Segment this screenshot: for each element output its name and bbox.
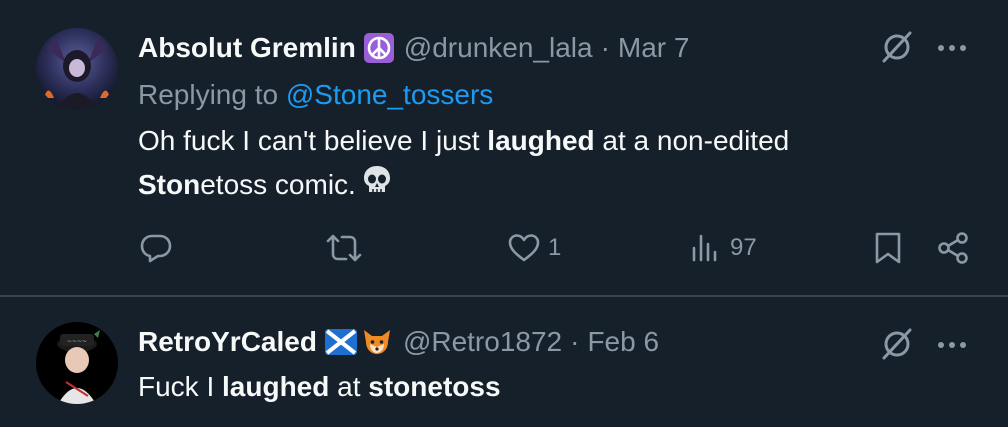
tweet-date[interactable]: Mar 7 (618, 30, 690, 66)
tweet-header: RetroYrCaled @Retro1872 · Feb 6 (138, 324, 659, 360)
more-options-icon[interactable] (937, 339, 967, 351)
peace-sign-icon (363, 33, 394, 63)
views-count: 97 (730, 234, 757, 261)
tweet[interactable]: ~~~~ RetroYrCaled @Retro1872 · Feb 6 Fuc… (0, 297, 1008, 427)
skull-icon (362, 164, 392, 209)
text-segment: etoss comic. (200, 169, 356, 200)
tweet-date[interactable]: Feb 6 (587, 324, 659, 360)
text-segment: Fuck I (138, 371, 223, 402)
separator: · (570, 326, 580, 357)
tweet-actions: 1 97 (0, 230, 1008, 270)
like-count: 1 (548, 234, 562, 261)
avatar-image (36, 28, 118, 110)
svg-text:~~~~: ~~~~ (67, 338, 87, 345)
reply-button[interactable] (138, 230, 174, 266)
bookmark-button[interactable] (872, 230, 904, 266)
display-name[interactable]: RetroYrCaled (138, 324, 317, 360)
tweet-text-line: Stonetoss comic. (138, 163, 789, 209)
more-options-icon[interactable] (937, 42, 967, 54)
share-button[interactable] (935, 230, 971, 266)
tweet[interactable]: Absolut Gremlin @drunken_lala · Mar 7 Re… (0, 0, 1008, 297)
text-segment-bold: laughed (487, 125, 595, 156)
views-button[interactable]: 97 (688, 230, 757, 266)
reply-prefix: Replying to (138, 79, 279, 110)
retweet-button[interactable] (325, 230, 363, 266)
scotland-flag-icon (324, 329, 357, 355)
share-icon (938, 232, 968, 264)
avatar[interactable] (36, 28, 118, 110)
avatar[interactable]: ~~~~ (36, 322, 118, 404)
fox-face-icon (361, 327, 393, 357)
heart-icon (508, 234, 540, 262)
grok-icon[interactable] (880, 327, 914, 361)
retweet-icon (326, 234, 362, 262)
handle[interactable]: @Retro1872 (403, 324, 562, 360)
text-segment: Oh fuck I can't believe I just (138, 125, 488, 156)
views-icon (692, 234, 717, 262)
like-button[interactable]: 1 (506, 230, 561, 266)
reply-context: Replying to @Stone_tossers (138, 77, 493, 113)
grok-icon[interactable] (880, 30, 914, 64)
tweet-text: Oh fuck I can't believe I just laughed a… (138, 119, 789, 209)
text-segment: at (329, 371, 369, 402)
handle[interactable]: @drunken_lala (404, 30, 593, 66)
tweet-header: Absolut Gremlin @drunken_lala · Mar 7 (138, 30, 689, 66)
bookmark-icon (875, 232, 901, 264)
text-segment: at a non-edited (594, 125, 790, 156)
reply-icon (140, 234, 172, 263)
separator: · (600, 32, 610, 63)
reply-mention-link[interactable]: @Stone_tossers (286, 79, 493, 110)
text-segment-bold: Ston (138, 169, 201, 200)
tweet-text: Fuck I laughed at stonetoss (138, 365, 501, 409)
text-segment-bold: laughed (222, 371, 330, 402)
text-segment-bold: stonetoss (368, 371, 501, 402)
tweet-text-line: Oh fuck I can't believe I just laughed a… (138, 119, 789, 163)
display-name[interactable]: Absolut Gremlin (138, 30, 356, 66)
avatar-image: ~~~~ (36, 322, 118, 404)
